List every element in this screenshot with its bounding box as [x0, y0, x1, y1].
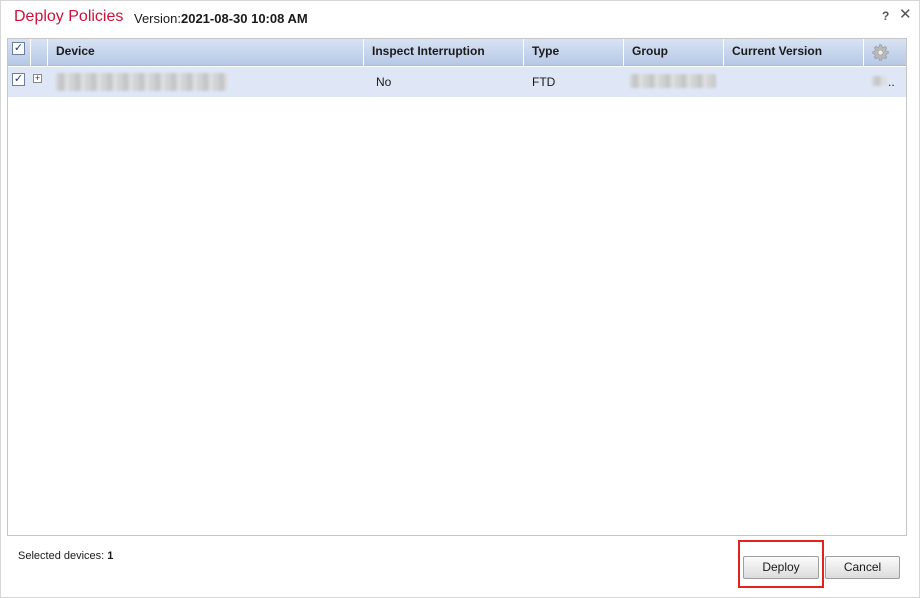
column-header-inspect-interruption-label: Inspect Interruption [372, 44, 485, 58]
expand-icon[interactable]: + [33, 74, 42, 83]
column-header-device[interactable]: Device [48, 39, 364, 66]
version-label: Version: [134, 11, 181, 26]
row-checkbox[interactable]: ✓ [12, 73, 25, 86]
device-name-redacted [56, 73, 228, 91]
select-all-cell: ✓ [8, 39, 31, 66]
version-value: 2021-08-30 10:08 AM [180, 11, 308, 26]
column-header-type-label: Type [532, 44, 560, 58]
column-header-inspect-interruption[interactable]: Inspect Interruption [364, 39, 524, 66]
column-settings-cell [864, 39, 906, 66]
dialog-header: Deploy Policies Version:2021-08-30 10:08… [1, 1, 919, 35]
current-version-cell [732, 67, 862, 97]
column-header-current-version-label: Current Version [732, 44, 823, 58]
dialog-title: Deploy Policies [14, 8, 124, 25]
gear-icon[interactable] [872, 44, 889, 61]
help-icon[interactable]: ? [882, 9, 894, 23]
close-icon[interactable]: ✕ [899, 7, 913, 22]
type-cell: FTD [532, 75, 556, 89]
selected-devices-count: 1 [107, 550, 114, 562]
selected-devices-summary: Selected devices: 1 [18, 550, 113, 562]
column-header-type[interactable]: Type [524, 39, 624, 66]
group-name-redacted [630, 74, 716, 88]
version-info: Version:2021-08-30 10:08 AM [134, 11, 308, 26]
deploy-policies-dialog: Deploy Policies Version:2021-08-30 10:08… [0, 0, 920, 598]
device-name-cell [56, 67, 356, 97]
expand-header-cell [31, 39, 48, 66]
version-redacted [872, 76, 886, 86]
deploy-button[interactable]: Deploy [743, 556, 819, 579]
grid-header-row: ✓ Device Inspect Interruption Type Group… [8, 39, 906, 66]
devices-grid: ✓ Device Inspect Interruption Type Group… [7, 38, 907, 536]
inspect-interruption-cell: No [376, 75, 392, 89]
select-all-checkbox[interactable]: ✓ [12, 42, 25, 55]
column-header-device-label: Device [56, 44, 95, 58]
cancel-button[interactable]: Cancel [825, 556, 900, 579]
selected-devices-label: Selected devices: [18, 550, 105, 562]
column-header-group-label: Group [632, 44, 668, 58]
table-row[interactable]: ✓ + No FTD .. [8, 67, 906, 97]
column-header-current-version[interactable]: Current Version [724, 39, 864, 66]
overflow-ellipsis: .. [888, 75, 895, 89]
column-header-group[interactable]: Group [624, 39, 724, 66]
group-cell [630, 67, 720, 97]
version-overflow-cell: .. [872, 67, 900, 97]
